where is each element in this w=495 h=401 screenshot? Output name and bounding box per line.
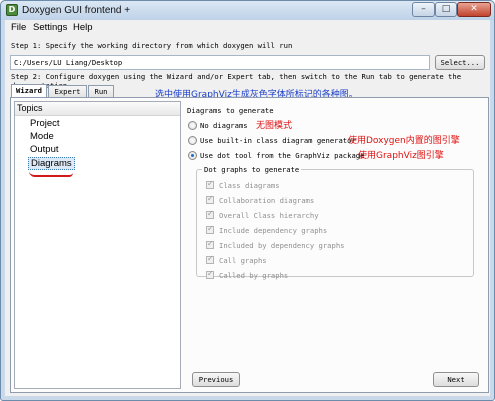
- close-button[interactable]: ✕: [457, 2, 491, 17]
- checkbox-included-by-graphs[interactable]: [206, 239, 214, 249]
- app-window: D Doxygen GUI frontend + – □ ✕ File Sett…: [0, 0, 495, 401]
- next-button[interactable]: Next: [433, 372, 479, 387]
- checkbox-called-by-graphs-label: Called by graphs: [219, 271, 289, 280]
- diagrams-section-label: Diagrams to generate: [187, 106, 274, 115]
- annotation-builtin: 使用Doxygen内置的图引擎: [348, 136, 460, 146]
- tab-wizard[interactable]: Wizard: [11, 84, 47, 97]
- wizard-pane: Topics Project Mode Output Diagrams Diag…: [10, 97, 489, 393]
- diagrams-settings: Diagrams to generate No diagrams 无图模式 Us…: [186, 101, 483, 389]
- dot-graphs-group-title: Dot graphs to generate: [202, 165, 302, 174]
- maximize-button[interactable]: □: [435, 2, 457, 17]
- minimize-button[interactable]: –: [412, 2, 435, 17]
- title-bar[interactable]: D Doxygen GUI frontend + – □ ✕: [1, 1, 494, 20]
- menu-file[interactable]: File: [11, 22, 26, 33]
- checkbox-call-graphs[interactable]: [206, 254, 214, 264]
- radio-graphviz-dot-label[interactable]: Use dot tool from the GraphViz package: [200, 151, 364, 160]
- radio-graphviz-dot[interactable]: [188, 151, 197, 160]
- checkbox-included-by-graphs-label: Included by dependency graphs: [219, 241, 345, 250]
- menu-help[interactable]: Help: [73, 22, 93, 33]
- checkbox-class-diagrams-label: Class diagrams: [219, 181, 280, 190]
- topic-diagrams[interactable]: Diagrams: [28, 157, 75, 170]
- radio-builtin-generator-label[interactable]: Use built-in class diagram generator: [200, 136, 356, 145]
- checkbox-class-hierarchy[interactable]: [206, 209, 214, 219]
- checkbox-collaboration-diagrams-label: Collaboration diagrams: [219, 196, 315, 205]
- annotation-no-diagrams: 无图模式: [256, 121, 293, 131]
- menu-bar: File Settings Help: [5, 20, 490, 36]
- topics-header: Topics: [15, 102, 180, 116]
- working-directory-field[interactable]: C:/Users/LU Liang/Desktop: [10, 55, 430, 70]
- tab-run[interactable]: Run: [88, 85, 114, 97]
- red-underline-annotation: [29, 171, 73, 177]
- doxygen-app-icon: D: [6, 4, 18, 16]
- radio-no-diagrams[interactable]: [188, 121, 197, 130]
- checkbox-class-hierarchy-label: Overall Class hierarchy: [219, 211, 319, 220]
- checkbox-class-diagrams[interactable]: [206, 179, 214, 189]
- tab-expert[interactable]: Expert: [48, 85, 87, 97]
- select-directory-button[interactable]: Select...: [435, 55, 485, 70]
- step1-instruction: Step 1: Specify the working directory fr…: [11, 41, 293, 50]
- checkbox-include-graphs-label: Include dependency graphs: [219, 226, 328, 235]
- checkbox-call-graphs-label: Call graphs: [219, 256, 267, 265]
- topic-project[interactable]: Project: [30, 118, 60, 129]
- radio-no-diagrams-label[interactable]: No diagrams: [200, 121, 248, 130]
- window-title: Doxygen GUI frontend +: [22, 5, 131, 16]
- radio-builtin-generator[interactable]: [188, 136, 197, 145]
- client-area: File Settings Help Step 1: Specify the w…: [5, 20, 490, 396]
- topic-output[interactable]: Output: [30, 144, 59, 155]
- menu-settings[interactable]: Settings: [33, 22, 67, 33]
- checkbox-called-by-graphs[interactable]: [206, 269, 214, 279]
- checkbox-include-graphs[interactable]: [206, 224, 214, 234]
- topic-mode[interactable]: Mode: [30, 131, 54, 142]
- annotation-graphviz: 使用GraphViz图引擎: [358, 151, 444, 161]
- topics-list: Topics Project Mode Output Diagrams: [14, 101, 181, 389]
- previous-button[interactable]: Previous: [192, 372, 240, 387]
- checkbox-collaboration-diagrams[interactable]: [206, 194, 214, 204]
